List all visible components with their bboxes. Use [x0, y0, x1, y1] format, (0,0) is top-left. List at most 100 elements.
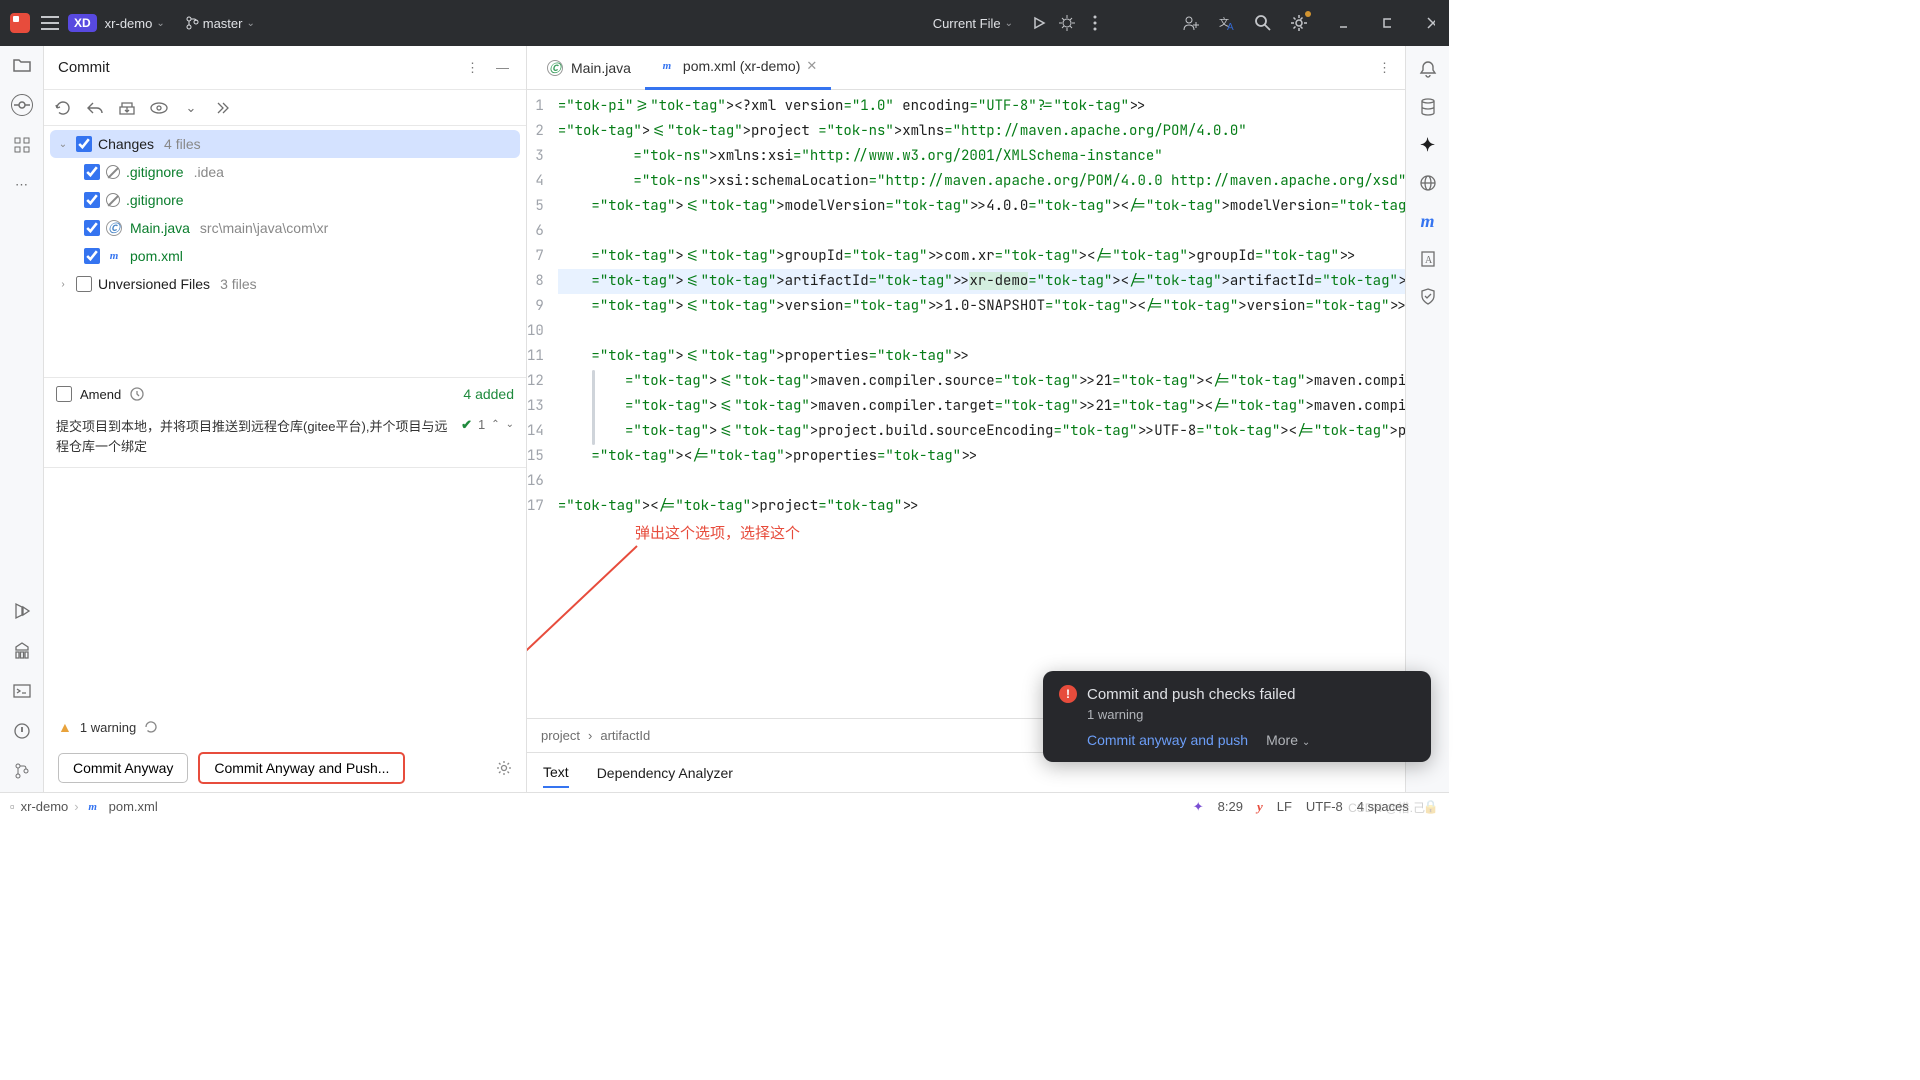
commit-anyway-button[interactable]: Commit Anyway: [58, 753, 188, 783]
sb-encoding[interactable]: UTF-8: [1306, 799, 1343, 814]
group-icon[interactable]: [214, 99, 232, 117]
editor-gutter: 1234567891011121314151617: [527, 90, 558, 718]
tab-dependency-analyzer[interactable]: Dependency Analyzer: [597, 759, 733, 787]
titlebar: XDxr-demo⌄ master⌄ Current File⌄ 文A: [0, 0, 1449, 46]
changes-checkbox[interactable]: [76, 136, 92, 152]
warning-refresh-icon[interactable]: [144, 720, 158, 734]
sb-file-icon: m: [85, 799, 101, 815]
app-logo: [8, 11, 32, 35]
sb-grammar-icon[interactable]: y: [1257, 799, 1263, 815]
maven-file-icon: m: [106, 248, 122, 264]
more-actions-icon[interactable]: [1085, 13, 1105, 33]
sb-ai-icon[interactable]: ✦: [1193, 799, 1204, 815]
shield-icon[interactable]: [1417, 286, 1439, 308]
commit-settings-icon[interactable]: [496, 760, 512, 776]
run-tool-icon[interactable]: [11, 600, 33, 622]
rollback-icon[interactable]: [86, 99, 104, 117]
editor-tabs: ⒸMain.javampom.xml (xr-demo)✕ ⋮: [527, 46, 1405, 90]
sb-line-sep[interactable]: LF: [1277, 799, 1292, 814]
web-icon[interactable]: [1417, 172, 1439, 194]
svg-text:A: A: [1425, 255, 1433, 266]
file-row[interactable]: .gitignore.idea: [50, 158, 520, 186]
close-tab-icon[interactable]: ✕: [806, 58, 817, 74]
terminal-tool-icon[interactable]: [11, 680, 33, 702]
changes-tree: ⌄ Changes 4 files .gitignore.idea.gitign…: [44, 126, 526, 377]
unversioned-checkbox[interactable]: [76, 276, 92, 292]
database-icon[interactable]: [1417, 96, 1439, 118]
file-row[interactable]: mpom.xml: [50, 242, 520, 270]
sb-readonly-icon[interactable]: 🔒: [1423, 799, 1439, 815]
debug-icon[interactable]: [1057, 13, 1077, 33]
file-row[interactable]: .gitignore: [50, 186, 520, 214]
editor-tab[interactable]: mpom.xml (xr-demo)✕: [645, 46, 831, 90]
toast-commit-push-link[interactable]: Commit anyway and push: [1087, 732, 1248, 748]
refresh-icon[interactable]: [54, 99, 72, 117]
commit-more-icon[interactable]: ⋮: [466, 60, 482, 76]
warning-icon: ▲: [58, 719, 72, 735]
code-with-me-icon[interactable]: [1181, 13, 1201, 33]
file-row[interactable]: ⒸMain.javasrc\main\java\com\xr: [50, 214, 520, 242]
added-count: 4 added: [463, 386, 514, 402]
gitignore-icon: [106, 193, 120, 207]
gitignore-icon: [106, 165, 120, 179]
sb-project[interactable]: xr-demo: [21, 799, 69, 814]
commit-anyway-push-button[interactable]: Commit Anyway and Push...: [198, 752, 405, 784]
file-checkbox[interactable]: [84, 192, 100, 208]
diff-icon[interactable]: [150, 99, 168, 117]
more-tools-icon[interactable]: ⋯: [11, 174, 33, 196]
structure-tool-icon[interactable]: [11, 134, 33, 156]
java-file-icon: Ⓒ: [106, 220, 122, 236]
commit-message-input[interactable]: 提交项目到本地，并将项目推送到远程仓库(gitee平台),并个项目与远程仓库一个…: [56, 417, 453, 461]
project-selector[interactable]: XDxr-demo⌄: [68, 14, 165, 32]
svg-text:A: A: [1227, 22, 1234, 32]
ai-assistant-icon[interactable]: ✦: [1417, 134, 1439, 156]
maven-icon[interactable]: m: [1417, 210, 1439, 232]
code-editor[interactable]: ="tok-pi">="tok-tag"><?xml version="1.0"…: [558, 90, 1405, 718]
run-config-selector[interactable]: Current File⌄: [933, 16, 1013, 31]
notifications-icon[interactable]: [1417, 58, 1439, 80]
file-checkbox[interactable]: [84, 220, 100, 236]
msg-up-icon[interactable]: ⌃: [491, 419, 499, 430]
commit-toolbar: ⌄: [44, 90, 526, 126]
left-tool-rail: ⋯: [0, 46, 44, 792]
shelve-icon[interactable]: [118, 99, 136, 117]
toast-title: Commit and push checks failed: [1087, 686, 1295, 703]
hamburger-menu[interactable]: [40, 13, 60, 33]
commit-title: Commit: [58, 59, 452, 76]
history-icon[interactable]: [129, 386, 145, 402]
commit-tool-icon[interactable]: [11, 94, 33, 116]
msg-down-icon[interactable]: ⌄: [506, 419, 514, 430]
sb-position[interactable]: 8:29: [1218, 799, 1243, 814]
unversioned-group[interactable]: › Unversioned Files 3 files: [50, 270, 520, 298]
tab-text[interactable]: Text: [543, 758, 569, 788]
git-branch-selector[interactable]: master⌄: [185, 16, 255, 31]
tabs-more-icon[interactable]: ⋮: [1378, 60, 1391, 76]
toast-subtitle: 1 warning: [1087, 707, 1415, 722]
sb-file[interactable]: pom.xml: [109, 799, 158, 814]
file-checkbox[interactable]: [84, 164, 100, 180]
sb-indent[interactable]: 4 spaces: [1357, 799, 1409, 814]
build-tool-icon[interactable]: [11, 640, 33, 662]
settings-icon[interactable]: [1289, 13, 1309, 33]
run-icon[interactable]: [1029, 13, 1049, 33]
file-checkbox[interactable]: [84, 248, 100, 264]
warning-text: 1 warning: [80, 720, 136, 735]
toast-more-link[interactable]: More ⌄: [1266, 732, 1310, 748]
window-maximize[interactable]: [1377, 13, 1397, 33]
changes-group[interactable]: ⌄ Changes 4 files: [50, 130, 520, 158]
commit-minimize-icon[interactable]: —: [496, 60, 512, 76]
bookmark-icon[interactable]: A: [1417, 248, 1439, 270]
window-close[interactable]: [1421, 13, 1441, 33]
window-minimize[interactable]: [1333, 13, 1353, 33]
search-icon[interactable]: [1253, 13, 1273, 33]
amend-checkbox[interactable]: [56, 386, 72, 402]
error-icon: !: [1059, 685, 1077, 703]
editor-tab[interactable]: ⒸMain.java: [533, 46, 645, 90]
annotation-text: 弹出这个选项，选择这个: [635, 522, 800, 543]
sb-module-icon[interactable]: ▫: [10, 799, 15, 814]
translate-icon[interactable]: 文A: [1217, 13, 1237, 33]
changelist-icon[interactable]: ⌄: [182, 99, 200, 117]
git-tool-icon[interactable]: [11, 760, 33, 782]
problems-tool-icon[interactable]: [11, 720, 33, 742]
project-tool-icon[interactable]: [11, 54, 33, 76]
